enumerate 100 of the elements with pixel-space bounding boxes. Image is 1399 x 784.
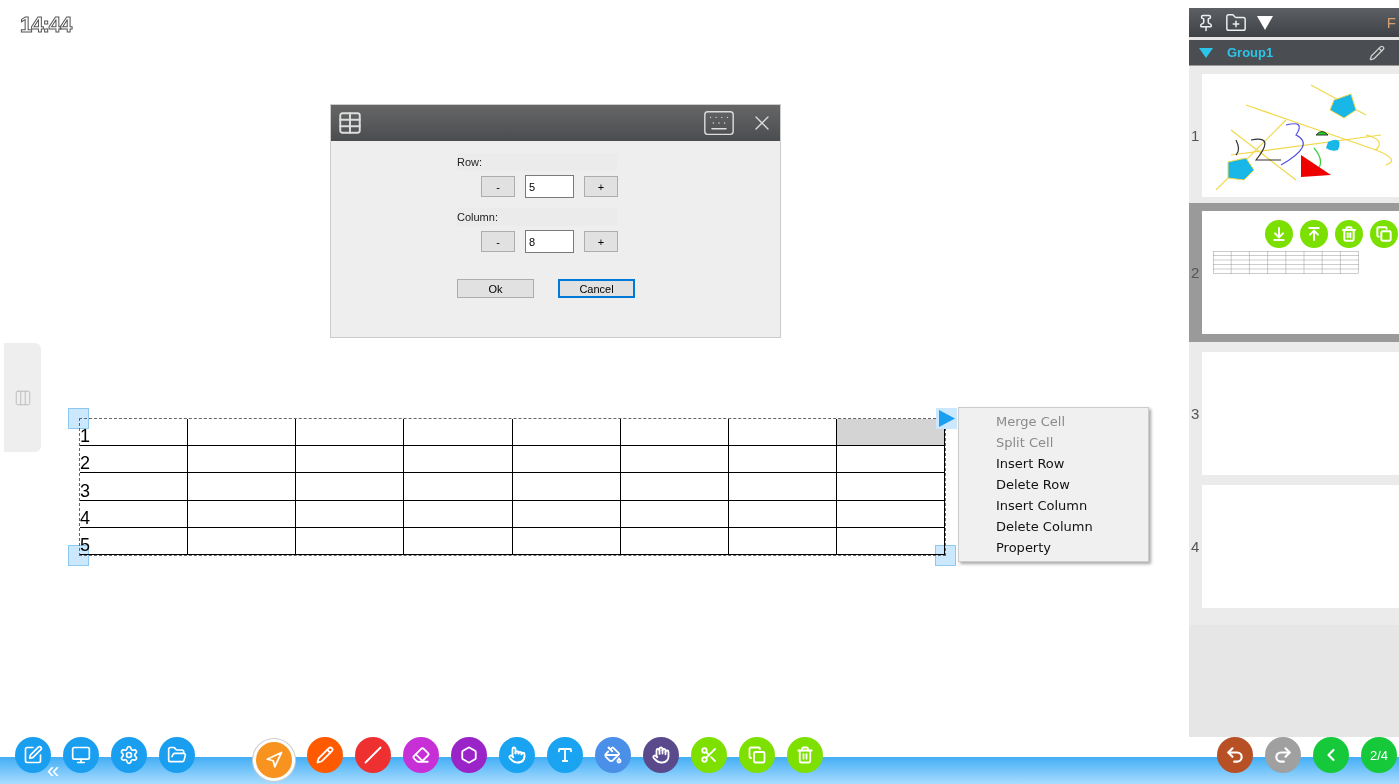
- table-cell[interactable]: [404, 419, 513, 447]
- table-cell[interactable]: [404, 473, 513, 501]
- tool-button[interactable]: [451, 737, 487, 773]
- monitor-icon: [71, 745, 91, 765]
- toolbar-button[interactable]: [159, 737, 195, 773]
- table-cell[interactable]: [296, 446, 405, 474]
- table-cell[interactable]: [512, 419, 621, 447]
- tool-button[interactable]: [595, 737, 631, 773]
- table-cell[interactable]: [620, 473, 729, 501]
- cursor-arrow-icon: [265, 751, 283, 769]
- table-cell[interactable]: [836, 446, 945, 474]
- table-cell[interactable]: [296, 500, 405, 528]
- undo-icon: [1225, 745, 1245, 765]
- trash-icon: [1340, 226, 1357, 242]
- table-cell[interactable]: [404, 446, 513, 474]
- eraser-icon: [412, 746, 430, 764]
- table-cell[interactable]: [188, 500, 297, 528]
- table-cell[interactable]: 4: [80, 500, 189, 528]
- pointing-hand-icon: [508, 746, 526, 764]
- menu-item[interactable]: Insert Column: [959, 495, 1148, 516]
- menu-item[interactable]: Property: [959, 537, 1148, 558]
- table-cell[interactable]: 2: [80, 446, 189, 474]
- table-cell[interactable]: [188, 527, 297, 555]
- number-field[interactable]: 5: [525, 175, 574, 198]
- page-number: 4: [1190, 538, 1201, 555]
- expand-icon[interactable]: [1199, 47, 1213, 58]
- table-cell[interactable]: [620, 446, 729, 474]
- edit-icon[interactable]: [1369, 44, 1385, 61]
- redo-icon: [1273, 745, 1293, 765]
- table-cell[interactable]: 5: [80, 527, 189, 555]
- group-name: Group1: [1227, 45, 1275, 60]
- table-cell[interactable]: [404, 527, 513, 555]
- toolbar-button[interactable]: [111, 737, 147, 773]
- decrement-button[interactable]: -: [481, 231, 515, 252]
- number-field[interactable]: 8: [525, 230, 574, 253]
- table-cell[interactable]: [836, 473, 945, 501]
- table-cell[interactable]: [512, 527, 621, 555]
- table-cell[interactable]: [512, 473, 621, 501]
- folder-icon: [167, 745, 187, 765]
- hexagon-icon: [460, 746, 478, 764]
- tool-button[interactable]: [403, 737, 439, 773]
- page-item[interactable]: 4: [1189, 485, 1399, 608]
- table-cell[interactable]: [404, 500, 513, 528]
- clock-time: 14:44: [20, 12, 72, 38]
- table-cell[interactable]: [296, 473, 405, 501]
- edit-icon: [23, 745, 43, 765]
- copy-icon: [1375, 226, 1392, 242]
- menu-item[interactable]: Delete Column: [959, 516, 1148, 537]
- table-cell[interactable]: [728, 500, 837, 528]
- line-icon: [364, 746, 382, 764]
- table-cell[interactable]: [620, 500, 729, 528]
- page-indicator: 2/4: [1361, 737, 1397, 773]
- hand-icon: [652, 746, 670, 764]
- add-folder-icon[interactable]: [1225, 11, 1247, 34]
- scissors-icon: [700, 746, 718, 764]
- table-cell[interactable]: [188, 446, 297, 474]
- table-cell[interactable]: [728, 473, 837, 501]
- panel-header-text: F: [1386, 14, 1396, 31]
- decrement-button[interactable]: -: [481, 176, 515, 197]
- increment-button[interactable]: +: [584, 176, 618, 197]
- settings-icon: [119, 745, 139, 765]
- resize-handle[interactable]: [68, 408, 89, 429]
- table-cell[interactable]: 3: [80, 473, 189, 501]
- menu-item[interactable]: Delete Row: [959, 474, 1148, 495]
- table-cell[interactable]: [620, 527, 729, 555]
- page-number: 1: [1190, 127, 1201, 144]
- text-icon: [556, 746, 574, 764]
- table-cell[interactable]: [836, 527, 945, 555]
- pin-icon[interactable]: [1197, 13, 1215, 32]
- nav-button[interactable]: [1217, 737, 1253, 773]
- table-cell[interactable]: [836, 500, 945, 528]
- paint-bucket-icon: [604, 746, 622, 764]
- increment-button[interactable]: +: [584, 231, 618, 252]
- menu-item[interactable]: Insert Row: [959, 453, 1148, 474]
- page-item[interactable]: 1: [1189, 74, 1399, 197]
- dialog-button[interactable]: Cancel: [558, 279, 635, 298]
- tool-button[interactable]: [643, 737, 679, 773]
- table-cell[interactable]: [512, 500, 621, 528]
- table-cell[interactable]: 1: [80, 419, 189, 447]
- table-cell[interactable]: [620, 419, 729, 447]
- page-item[interactable]: 3: [1189, 352, 1399, 475]
- arrow-down-to-line-icon: [1270, 226, 1287, 242]
- table-cell[interactable]: [728, 446, 837, 474]
- table-cell[interactable]: [512, 446, 621, 474]
- nav-button[interactable]: [1265, 737, 1301, 773]
- table-cell[interactable]: [188, 419, 297, 447]
- dialog-button[interactable]: Ok: [457, 279, 534, 298]
- dropdown-icon[interactable]: [1257, 15, 1273, 30]
- tool-button[interactable]: [355, 737, 391, 773]
- table-cell[interactable]: [188, 473, 297, 501]
- table-cell[interactable]: [728, 527, 837, 555]
- table-cell[interactable]: [296, 527, 405, 555]
- page-number: 3: [1190, 405, 1201, 422]
- page-number: 2: [1190, 264, 1201, 281]
- resize-handle[interactable]: [935, 545, 956, 566]
- toolbar-button[interactable]: [63, 737, 99, 773]
- table-cell[interactable]: [836, 419, 945, 447]
- tool-button[interactable]: [307, 737, 343, 773]
- table-cell[interactable]: [728, 419, 837, 447]
- table-cell[interactable]: [296, 419, 405, 447]
